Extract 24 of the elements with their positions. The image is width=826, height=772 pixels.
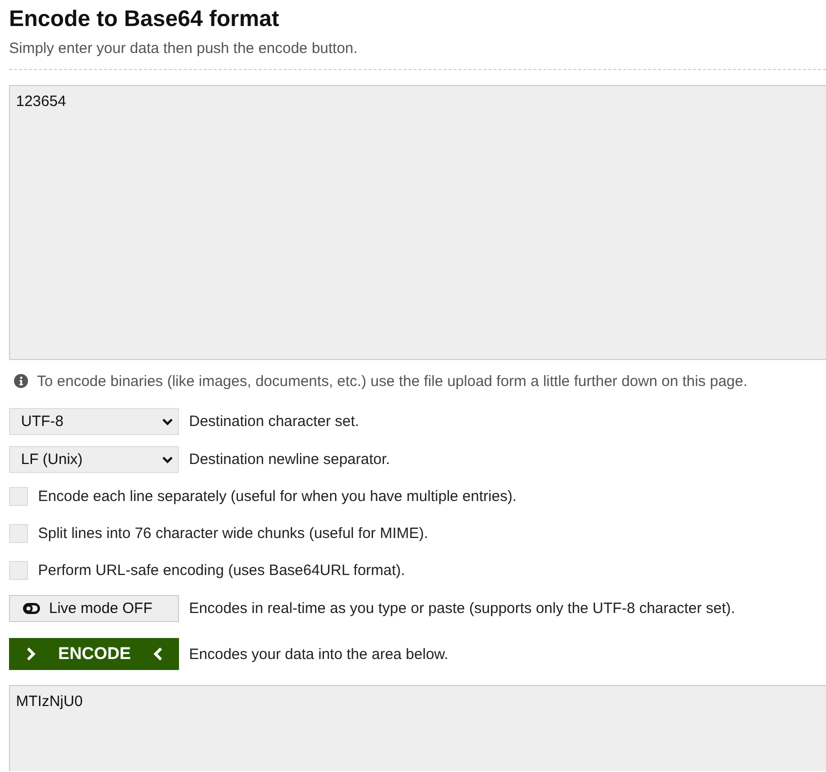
select-label: Destination character set. — [189, 413, 360, 430]
live-mode-description: Encodes in real-time as you type or paste (supports only the UTF-8 character set). — [189, 600, 736, 617]
chevron-right-icon — [26, 647, 36, 661]
live-mode-button[interactable]: Live mode OFF — [9, 595, 179, 622]
page-subtitle: Simply enter your data then push the encode button. — [9, 40, 358, 57]
checkbox[interactable] — [9, 524, 28, 543]
output-textarea[interactable]: MTIzNjU0 — [9, 685, 826, 771]
encode-description: Encodes your data into the area below. — [189, 646, 448, 662]
select-label: Destination newline separator. — [189, 451, 390, 468]
page-title: Encode to Base64 format — [9, 6, 280, 32]
checkbox[interactable] — [9, 487, 28, 506]
checkbox-label: Perform URL-safe encoding (uses Base64URL format). — [38, 562, 406, 579]
chevron-down-icon — [162, 456, 173, 464]
checkbox-label: Encode each line separately (useful for when you have multiple entries). — [38, 488, 517, 505]
chevron-left-icon — [152, 647, 163, 661]
checkbox-label: Split lines into 76 character wide chunks (useful for MIME). — [38, 525, 428, 542]
checkbox[interactable] — [9, 561, 28, 580]
info-icon — [14, 374, 28, 388]
dropdown-select[interactable]: UTF-8 — [9, 408, 179, 435]
input-textarea[interactable]: 123654 — [9, 85, 826, 360]
dropdown-select[interactable]: LF (Unix) — [9, 446, 179, 473]
encode-button[interactable]: ENCODE — [9, 638, 179, 670]
chevron-down-icon — [162, 418, 173, 426]
info-note: To encode binaries (like images, documents, etc.) use the file upload form a little further down on this page. — [37, 372, 748, 390]
